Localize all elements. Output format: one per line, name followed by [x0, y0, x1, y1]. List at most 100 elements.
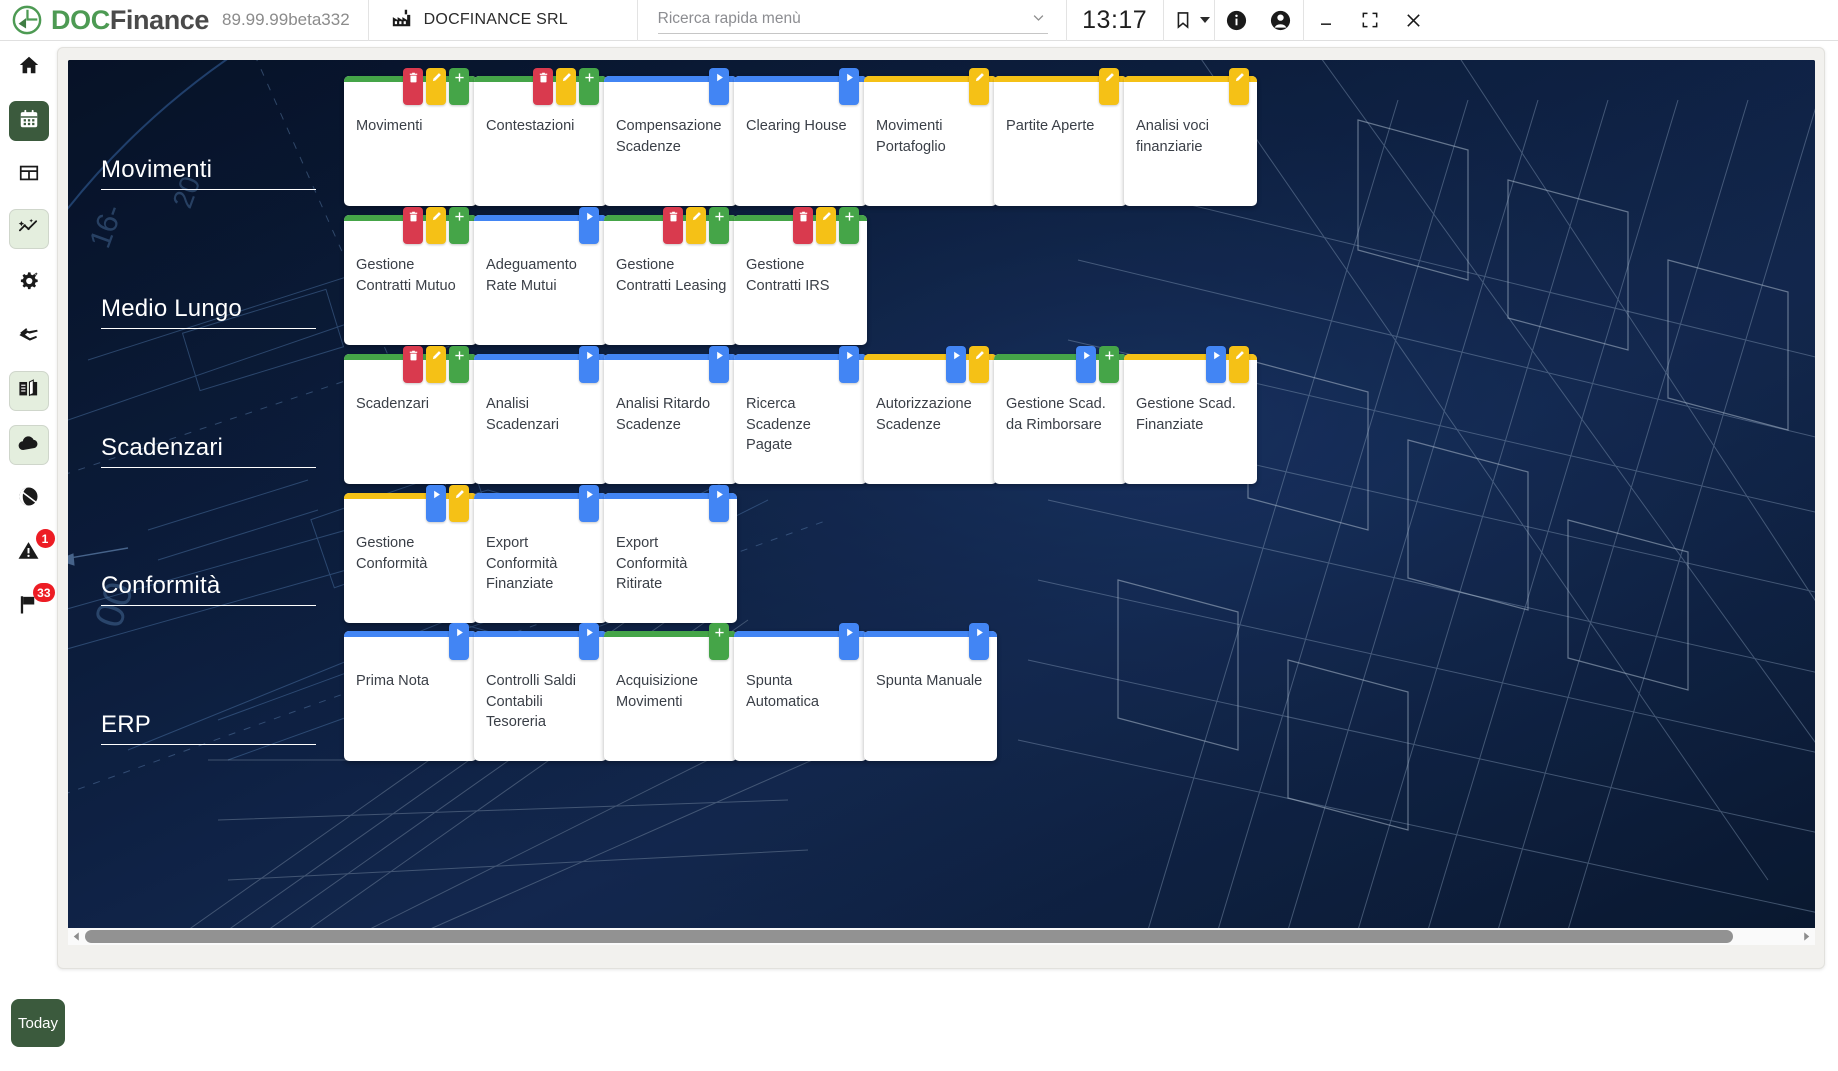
- scrollbar-thumb[interactable]: [85, 930, 1733, 943]
- menu-card[interactable]: Prima Nota: [344, 623, 477, 761]
- card-action-edit-button[interactable]: [686, 207, 706, 244]
- info-icon[interactable]: [1215, 0, 1259, 41]
- card-action-run-button[interactable]: [709, 346, 729, 383]
- card-action-delete-button[interactable]: [403, 68, 423, 105]
- sidebar-item-settings[interactable]: [9, 263, 49, 303]
- card-action-delete-button[interactable]: [403, 346, 423, 383]
- menu-card[interactable]: Gestione Scad. da Rimborsare: [994, 346, 1127, 484]
- close-icon[interactable]: [1392, 0, 1436, 41]
- menu-card[interactable]: Controlli Saldi Contabili Tesoreria: [474, 623, 607, 761]
- card-action-run-button[interactable]: [1206, 346, 1226, 383]
- card-action-run-button[interactable]: [946, 346, 966, 383]
- card-action-run-button[interactable]: [1076, 346, 1096, 383]
- menu-card[interactable]: Gestione Conformità: [344, 485, 477, 623]
- card-action-tabs: [969, 68, 989, 105]
- card-action-edit-button[interactable]: [449, 485, 469, 522]
- card-action-edit-button[interactable]: [1229, 68, 1249, 105]
- menu-card[interactable]: Analisi Ritardo Scadenze: [604, 346, 737, 484]
- card-action-edit-button[interactable]: [969, 68, 989, 105]
- card-action-edit-button[interactable]: [556, 68, 576, 105]
- card-action-add-button[interactable]: [579, 68, 599, 105]
- bookmarks-menu[interactable]: [1164, 0, 1214, 41]
- menu-card[interactable]: Partite Aperte: [994, 68, 1127, 206]
- card-action-run-button[interactable]: [579, 623, 599, 660]
- menu-card[interactable]: Acquisizione Movimenti: [604, 623, 737, 761]
- scrollbar-track[interactable]: [85, 928, 1798, 945]
- card-action-add-button[interactable]: [449, 346, 469, 383]
- card-action-run-button[interactable]: [579, 207, 599, 244]
- triangle-right-icon[interactable]: [1798, 928, 1815, 945]
- card-action-edit-button[interactable]: [426, 346, 446, 383]
- fullscreen-icon[interactable]: [1348, 0, 1392, 41]
- card-action-run-button[interactable]: [709, 68, 729, 105]
- card-action-run-button[interactable]: [579, 346, 599, 383]
- menu-card[interactable]: Export Conformità Ritirate: [604, 485, 737, 623]
- card-action-edit-button[interactable]: [816, 207, 836, 244]
- menu-card[interactable]: Analisi voci finanziarie: [1124, 68, 1257, 206]
- horizontal-scrollbar[interactable]: [68, 928, 1815, 945]
- sidebar-item-alerts[interactable]: 1: [9, 529, 55, 573]
- card-action-edit-button[interactable]: [969, 346, 989, 383]
- calendar-icon: [18, 108, 40, 135]
- menu-card[interactable]: Autorizzazione Scadenze: [864, 346, 997, 484]
- sidebar-item-globe[interactable]: [9, 479, 49, 519]
- sidebar-item-flags[interactable]: 33: [9, 583, 55, 627]
- card-action-delete-button[interactable]: [403, 207, 423, 244]
- card-action-run-button[interactable]: [969, 623, 989, 660]
- card-action-tabs: [426, 485, 469, 522]
- menu-card[interactable]: Analisi Scadenzari: [474, 346, 607, 484]
- sidebar-item-cloud[interactable]: [8, 425, 49, 465]
- delete-icon: [408, 350, 419, 361]
- bookmark-icon[interactable]: [1168, 0, 1198, 41]
- edit-icon: [1234, 72, 1245, 83]
- menu-card[interactable]: Movimenti: [344, 68, 477, 206]
- card-action-run-button[interactable]: [839, 68, 859, 105]
- menu-card[interactable]: Adeguamento Rate Mutui: [474, 207, 607, 345]
- menu-card[interactable]: Spunta Automatica: [734, 623, 867, 761]
- sidebar-item-handshake[interactable]: [9, 317, 49, 357]
- card-action-add-button[interactable]: [449, 68, 469, 105]
- sidebar-item-dashboard[interactable]: [9, 155, 49, 195]
- triangle-left-icon[interactable]: [68, 928, 85, 945]
- account-circle-icon[interactable]: [1259, 0, 1303, 41]
- card-action-run-button[interactable]: [839, 346, 859, 383]
- menu-card[interactable]: Spunta Manuale: [864, 623, 997, 761]
- menu-card[interactable]: Scadenzari: [344, 346, 477, 484]
- card-action-add-button[interactable]: [709, 623, 729, 660]
- company-selector[interactable]: DOCFINANCE SRL: [369, 0, 637, 41]
- card-action-edit-button[interactable]: [1099, 68, 1119, 105]
- card-action-run-button[interactable]: [426, 485, 446, 522]
- search-input[interactable]: [657, 6, 1048, 34]
- menu-card[interactable]: Gestione Contratti Mutuo: [344, 207, 477, 345]
- menu-card[interactable]: Compensazione Scadenze: [604, 68, 737, 206]
- card-action-add-button[interactable]: [839, 207, 859, 244]
- card-action-add-button[interactable]: [449, 207, 469, 244]
- minimize-icon[interactable]: [1304, 0, 1348, 41]
- menu-card[interactable]: Gestione Scad. Finanziate: [1124, 346, 1257, 484]
- menu-card[interactable]: Clearing House: [734, 68, 867, 206]
- card-action-delete-button[interactable]: [533, 68, 553, 105]
- menu-card[interactable]: Contestazioni: [474, 68, 607, 206]
- menu-card[interactable]: Gestione Contratti IRS: [734, 207, 867, 345]
- card-action-run-button[interactable]: [449, 623, 469, 660]
- menu-card[interactable]: Export Conformità Finanziate: [474, 485, 607, 623]
- card-action-add-button[interactable]: [1099, 346, 1119, 383]
- card-action-edit-button[interactable]: [426, 68, 446, 105]
- card-action-edit-button[interactable]: [1229, 346, 1249, 383]
- sidebar-item-manual[interactable]: [8, 371, 49, 411]
- card-action-run-button[interactable]: [579, 485, 599, 522]
- caret-down-icon[interactable]: [1199, 17, 1210, 23]
- menu-card[interactable]: Gestione Contratti Leasing: [604, 207, 737, 345]
- card-action-add-button[interactable]: [709, 207, 729, 244]
- menu-card[interactable]: Movimenti Portafoglio: [864, 68, 997, 206]
- sidebar-item-home[interactable]: [9, 47, 49, 87]
- card-action-delete-button[interactable]: [663, 207, 683, 244]
- sidebar-item-analysis[interactable]: [8, 209, 49, 249]
- card-action-edit-button[interactable]: [426, 207, 446, 244]
- sidebar-item-calendar[interactable]: [8, 101, 49, 141]
- card-action-run-button[interactable]: [839, 623, 859, 660]
- card-action-delete-button[interactable]: [793, 207, 813, 244]
- menu-card[interactable]: Ricerca Scadenze Pagate: [734, 346, 867, 484]
- today-button[interactable]: Today: [11, 999, 65, 1047]
- card-action-run-button[interactable]: [709, 485, 729, 522]
